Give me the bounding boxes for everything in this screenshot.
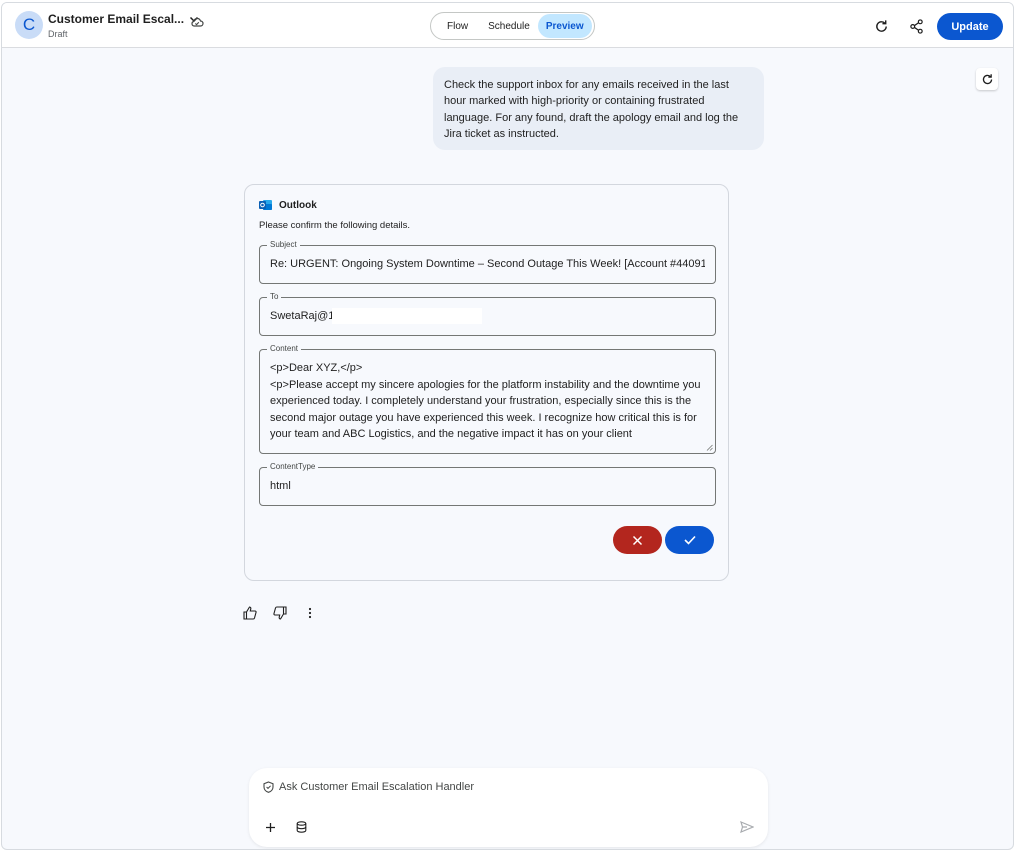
draft-status: Draft bbox=[48, 29, 68, 39]
confirm-button[interactable] bbox=[665, 526, 714, 554]
close-icon bbox=[632, 535, 643, 545]
refresh-icon bbox=[982, 73, 992, 84]
shield-icon bbox=[263, 781, 274, 793]
add-icon bbox=[265, 822, 275, 832]
app-window: C Customer Email Escal... Draft Flow Sch… bbox=[1, 2, 1014, 850]
refresh-icon bbox=[875, 19, 887, 32]
avatar[interactable]: C bbox=[15, 11, 43, 39]
redacted-region bbox=[332, 308, 482, 324]
subject-label: Subject bbox=[267, 240, 300, 250]
add-button[interactable] bbox=[262, 819, 278, 835]
thumbs-down-button[interactable] bbox=[272, 605, 288, 621]
database-icon bbox=[296, 821, 306, 833]
composer-placeholder: Ask Customer Email Escalation Handler bbox=[279, 781, 475, 793]
content-field[interactable]: Content <p>Dear XYZ,</p> <p>Please accep… bbox=[259, 344, 716, 454]
card-description: Please confirm the following details. bbox=[259, 220, 411, 231]
send-icon bbox=[740, 821, 754, 833]
refresh-chat-button[interactable] bbox=[976, 68, 998, 90]
card-app-name: Outlook bbox=[279, 199, 317, 211]
to-field[interactable]: To SwetaRaj@1 bbox=[259, 292, 716, 336]
more-vert-icon bbox=[308, 607, 312, 619]
thumbs-down-icon bbox=[273, 606, 287, 620]
outlook-icon bbox=[259, 200, 272, 210]
content-value: <p>Dear XYZ,</p> <p>Please accept my sin… bbox=[270, 362, 701, 440]
chat-composer[interactable]: Ask Customer Email Escalation Handler bbox=[249, 768, 768, 847]
user-message: Check the support inbox for any emails r… bbox=[433, 67, 764, 150]
share-icon bbox=[909, 18, 923, 34]
title-block: Customer Email Escal... Draft bbox=[48, 12, 200, 39]
tab-preview[interactable]: Preview bbox=[537, 14, 592, 38]
thumbs-up-button[interactable] bbox=[242, 605, 258, 621]
send-button[interactable] bbox=[739, 819, 755, 835]
content-type-field[interactable]: ContentType html bbox=[259, 462, 716, 506]
top-bar: C Customer Email Escal... Draft Flow Sch… bbox=[2, 3, 1013, 48]
to-value: SwetaRaj@1 bbox=[270, 310, 335, 322]
cloud-icon bbox=[191, 17, 204, 27]
data-source-button[interactable] bbox=[293, 819, 309, 835]
view-tabs: Flow Schedule Preview bbox=[430, 12, 595, 40]
tab-schedule[interactable]: Schedule bbox=[480, 14, 538, 38]
content-label: Content bbox=[267, 344, 302, 354]
content-type-value: html bbox=[270, 480, 291, 492]
to-label: To bbox=[267, 292, 282, 302]
cancel-button[interactable] bbox=[613, 526, 662, 554]
subject-value: Re: URGENT: Ongoing System Downtime – Se… bbox=[270, 258, 705, 270]
refresh-button[interactable] bbox=[871, 16, 891, 36]
card-header: Outlook bbox=[259, 199, 317, 211]
more-options-button[interactable] bbox=[302, 605, 318, 621]
tool-confirmation-card: Outlook Please confirm the following det… bbox=[244, 184, 729, 581]
share-button[interactable] bbox=[906, 16, 926, 36]
content-type-label: ContentType bbox=[267, 462, 319, 472]
check-icon bbox=[683, 535, 696, 545]
thumbs-up-icon bbox=[243, 606, 257, 620]
app-title-dropdown[interactable]: Customer Email Escal... bbox=[48, 12, 200, 26]
composer-input[interactable]: Ask Customer Email Escalation Handler bbox=[263, 781, 474, 793]
resize-handle-icon[interactable] bbox=[706, 444, 713, 451]
app-title: Customer Email Escal... bbox=[48, 12, 185, 26]
tab-flow[interactable]: Flow bbox=[439, 14, 476, 38]
subject-field[interactable]: Subject Re: URGENT: Ongoing System Downt… bbox=[259, 240, 716, 284]
update-button[interactable]: Update bbox=[937, 13, 1003, 40]
